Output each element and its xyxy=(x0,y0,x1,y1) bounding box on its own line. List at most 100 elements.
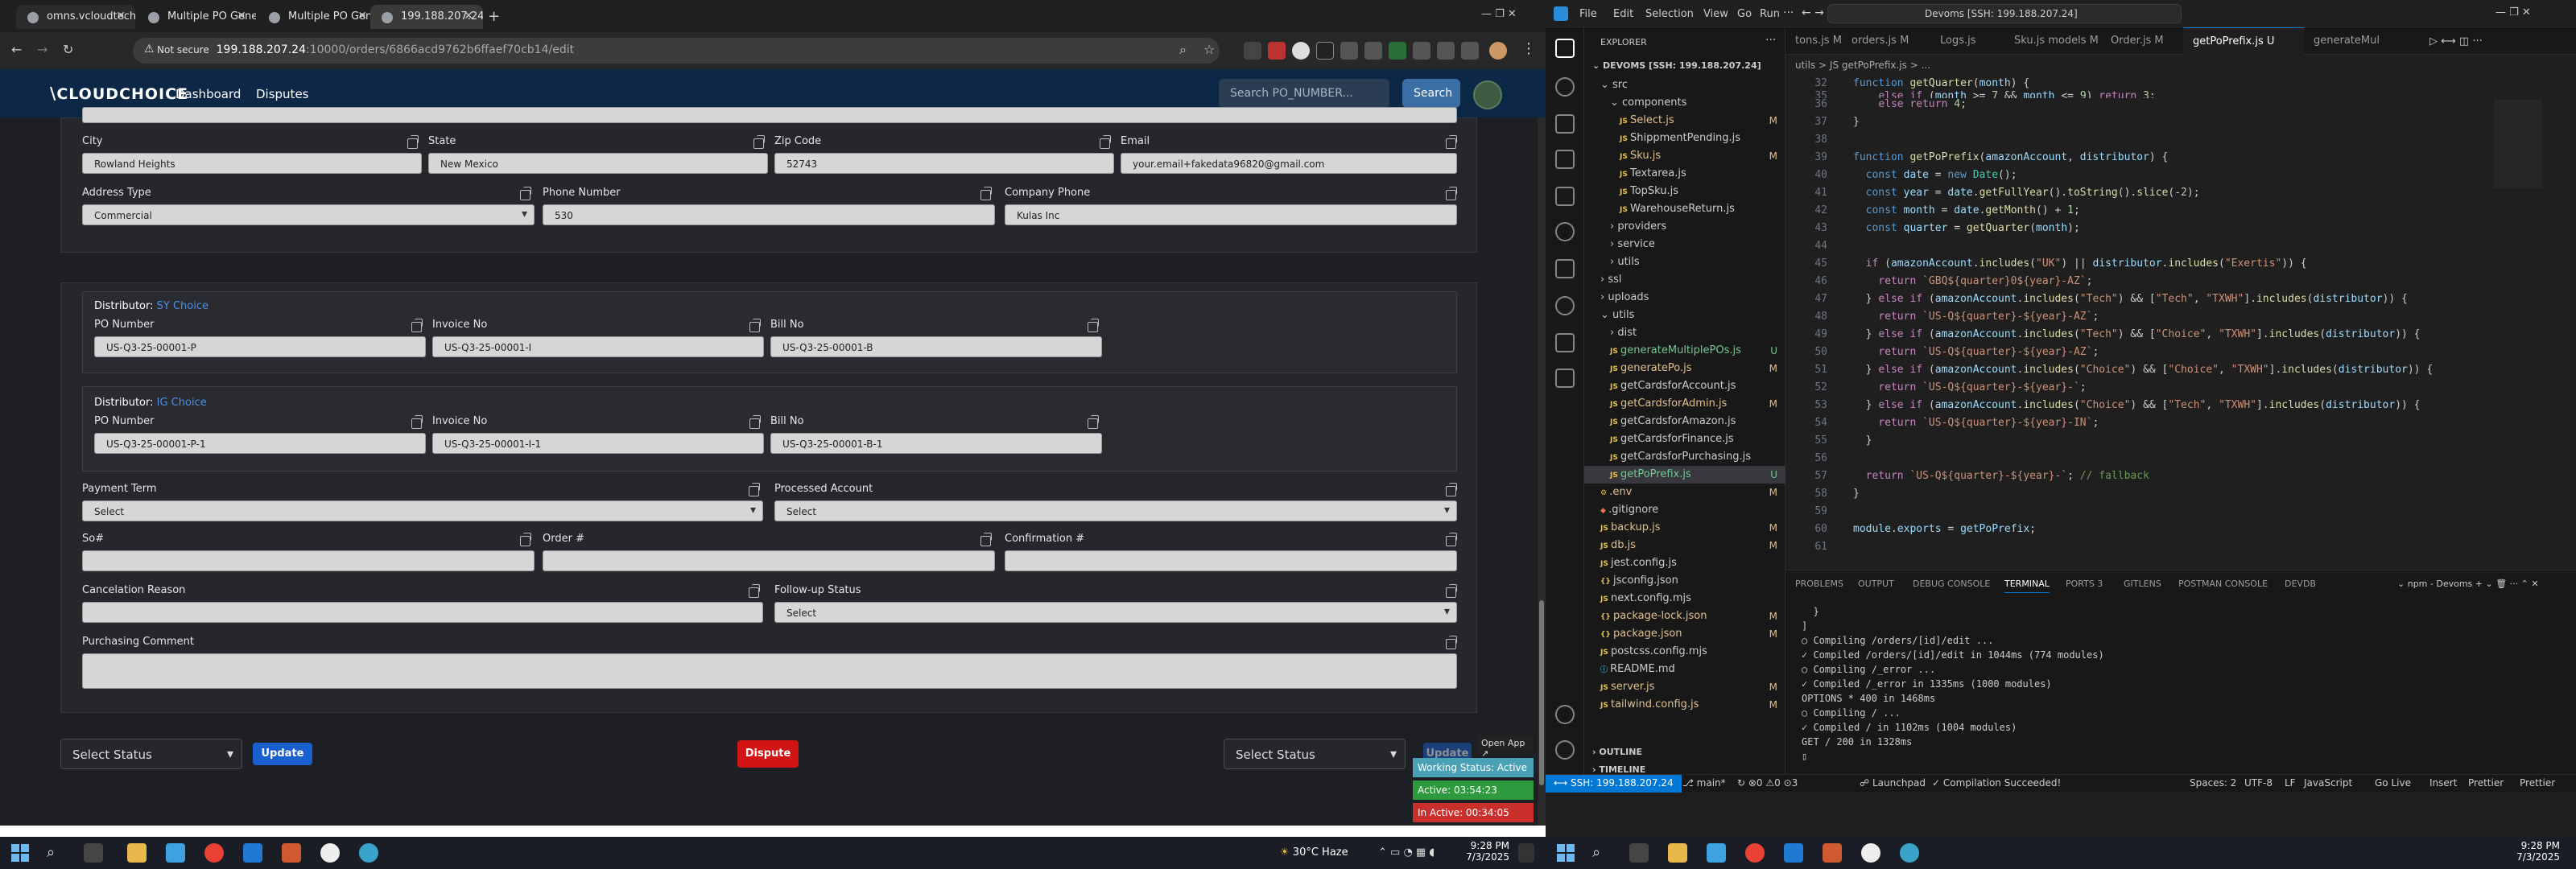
tree-item[interactable]: JS Sku.js M xyxy=(1584,147,1785,165)
close-icon[interactable]: ✕ xyxy=(357,10,367,23)
tree-item[interactable]: JS generateMultiplePOs.js U xyxy=(1584,342,1785,360)
app-icon[interactable] xyxy=(1861,843,1880,863)
menu-edit[interactable]: Edit xyxy=(1613,8,1633,20)
workspace-root[interactable]: ⌄ DEVOMS [SSH: 199.188.207.24] xyxy=(1592,60,1761,71)
panel-tab-output[interactable]: OUTPUT xyxy=(1858,579,1894,589)
invoice-no-input[interactable]: US-Q3-25-00001-I-1 xyxy=(432,433,764,454)
panel-tab-ports[interactable]: PORTS 3 xyxy=(2066,579,2103,589)
explorer-icon[interactable] xyxy=(1555,39,1575,58)
copy-icon[interactable] xyxy=(1088,319,1099,332)
command-center[interactable]: Devoms [SSH: 199.188.207.24] xyxy=(1827,4,2182,23)
editor-tab[interactable]: Logs.js xyxy=(1930,27,2004,55)
user-avatar[interactable] xyxy=(1473,80,1502,109)
postman-icon[interactable] xyxy=(1555,296,1575,315)
back-icon[interactable]: ← xyxy=(11,42,22,57)
browser-tab-po-gen-1[interactable]: Multiple PO Generation✕ xyxy=(137,5,256,29)
so-input[interactable] xyxy=(82,550,535,571)
copy-icon[interactable] xyxy=(1446,483,1457,496)
tree-item[interactable]: JS getCardsforAccount.js xyxy=(1584,377,1785,395)
tree-item[interactable]: JS postcss.config.mjs xyxy=(1584,643,1785,661)
eol-indicator[interactable]: LF xyxy=(2285,777,2296,789)
tree-item[interactable]: › service xyxy=(1584,236,1785,253)
copy-icon[interactable] xyxy=(753,135,765,149)
tree-item[interactable]: JS next.config.mjs xyxy=(1584,590,1785,607)
dispute-button[interactable]: Dispute xyxy=(737,740,799,768)
copy-icon[interactable] xyxy=(1100,135,1111,149)
tree-item[interactable]: JS ShippmentPending.js xyxy=(1584,130,1785,147)
profile-avatar[interactable] xyxy=(1489,42,1507,60)
notification-icon[interactable] xyxy=(1518,843,1534,863)
vscode-icon[interactable] xyxy=(1784,843,1803,863)
clock[interactable]: 9:28 PM 7/3/2025 xyxy=(2512,840,2560,863)
editor-actions[interactable]: ▷ ⟷ ◫ ··· xyxy=(2429,35,2483,47)
tree-item[interactable]: JS server.js M xyxy=(1584,678,1785,696)
confirmation-input[interactable] xyxy=(1005,550,1457,571)
app-icon[interactable] xyxy=(282,843,301,863)
tree-item[interactable]: JS Select.js M xyxy=(1584,112,1785,130)
prettier-indicator-2[interactable]: Prettier xyxy=(2520,777,2555,789)
phone-input[interactable]: 530 xyxy=(543,204,995,225)
bill-no-input[interactable]: US-Q3-25-00001-B xyxy=(770,336,1102,357)
store-icon[interactable] xyxy=(166,843,185,863)
app-icon[interactable] xyxy=(1900,843,1919,863)
close-icon[interactable]: ✕ xyxy=(464,10,473,23)
copy-icon[interactable] xyxy=(1446,636,1457,649)
copy-icon[interactable] xyxy=(1446,135,1457,149)
tray-icons[interactable]: ⌃ ▭ ◔ ▦ ◖ xyxy=(1378,846,1435,859)
weather-widget[interactable]: ☀ 30°C Haze xyxy=(1280,846,1348,859)
more-menu-icon[interactable]: ··· xyxy=(1783,6,1794,19)
tree-item[interactable]: {} jsconfig.json xyxy=(1584,572,1785,590)
reload-icon[interactable]: ↻ xyxy=(63,42,73,57)
nav-back-forward-icons[interactable]: ← → xyxy=(1802,6,1824,19)
app-logo[interactable]: \CLOUDCHOICE xyxy=(50,84,188,103)
menu-view[interactable]: View xyxy=(1703,8,1728,20)
close-icon[interactable]: ✕ xyxy=(116,10,126,23)
panel-tab-problems[interactable]: PROBLEMS xyxy=(1795,579,1843,589)
menu-run[interactable]: Run xyxy=(1760,8,1780,20)
editor-tab[interactable]: orders.js M xyxy=(1842,27,1930,55)
tree-item[interactable]: ⓘ README.md xyxy=(1584,661,1785,678)
task-view-icon[interactable] xyxy=(84,843,103,863)
tree-item[interactable]: ⌄ components xyxy=(1584,94,1785,112)
address-type-select[interactable]: Commercial xyxy=(82,204,535,225)
copy-icon[interactable] xyxy=(520,533,531,546)
go-live-button[interactable]: Go Live xyxy=(2375,777,2411,789)
chrome-icon[interactable] xyxy=(1745,843,1765,863)
copy-icon[interactable] xyxy=(1446,533,1457,546)
search-button[interactable]: Search xyxy=(1402,79,1460,108)
tree-item[interactable]: JS getCardsforAdmin.js M xyxy=(1584,395,1785,413)
copy-icon[interactable] xyxy=(407,135,419,149)
nav-disputes[interactable]: Disputes xyxy=(256,87,309,101)
extension-icon[interactable] xyxy=(1413,42,1430,60)
forward-icon[interactable]: → xyxy=(37,42,47,57)
order-number-input[interactable] xyxy=(543,550,995,571)
copy-icon[interactable] xyxy=(980,533,992,546)
editor-tab[interactable]: Order.js M xyxy=(2101,27,2183,55)
open-app-link[interactable]: Open App ↗ xyxy=(1477,735,1534,759)
zip-input[interactable]: 52743 xyxy=(774,153,1114,174)
tree-item[interactable]: › dist xyxy=(1584,324,1785,342)
copy-icon[interactable] xyxy=(520,187,531,200)
minimap[interactable] xyxy=(2494,100,2542,188)
encoding-indicator[interactable]: UTF-8 xyxy=(2244,777,2273,789)
python-icon[interactable] xyxy=(1555,369,1575,388)
panel-tab-gitlens[interactable]: GITLENS xyxy=(2124,579,2161,589)
search-icon[interactable]: ⌕ xyxy=(1592,844,1600,861)
panel-tab-terminal[interactable]: TERMINAL xyxy=(2004,579,2050,593)
extension-icon[interactable] xyxy=(1292,42,1310,60)
settings-gear-icon[interactable] xyxy=(1555,740,1575,760)
tree-item[interactable]: JS WarehouseReturn.js xyxy=(1584,200,1785,218)
panel-tab-debug-console[interactable]: DEBUG CONSOLE xyxy=(1913,579,1990,589)
copy-icon[interactable] xyxy=(980,187,992,200)
launchpad-indicator[interactable]: ☍ Launchpad xyxy=(1860,777,1926,789)
menu-selection[interactable]: Selection xyxy=(1645,8,1694,20)
copy-icon[interactable] xyxy=(1446,187,1457,200)
nav-dashboard[interactable]: Dashboard xyxy=(175,87,241,101)
url-input[interactable]: ⚠ Not secure 199.188.207.24:10000/orders/… xyxy=(133,38,1220,64)
tree-item[interactable]: JS getPoPrefix.js U xyxy=(1584,466,1785,484)
extension-icon[interactable] xyxy=(1316,42,1334,60)
extension-icon[interactable] xyxy=(1268,42,1286,60)
gitlens-icon[interactable] xyxy=(1555,259,1575,278)
tree-item[interactable]: {} package.json M xyxy=(1584,625,1785,643)
cancelation-reason-input[interactable] xyxy=(82,602,763,623)
